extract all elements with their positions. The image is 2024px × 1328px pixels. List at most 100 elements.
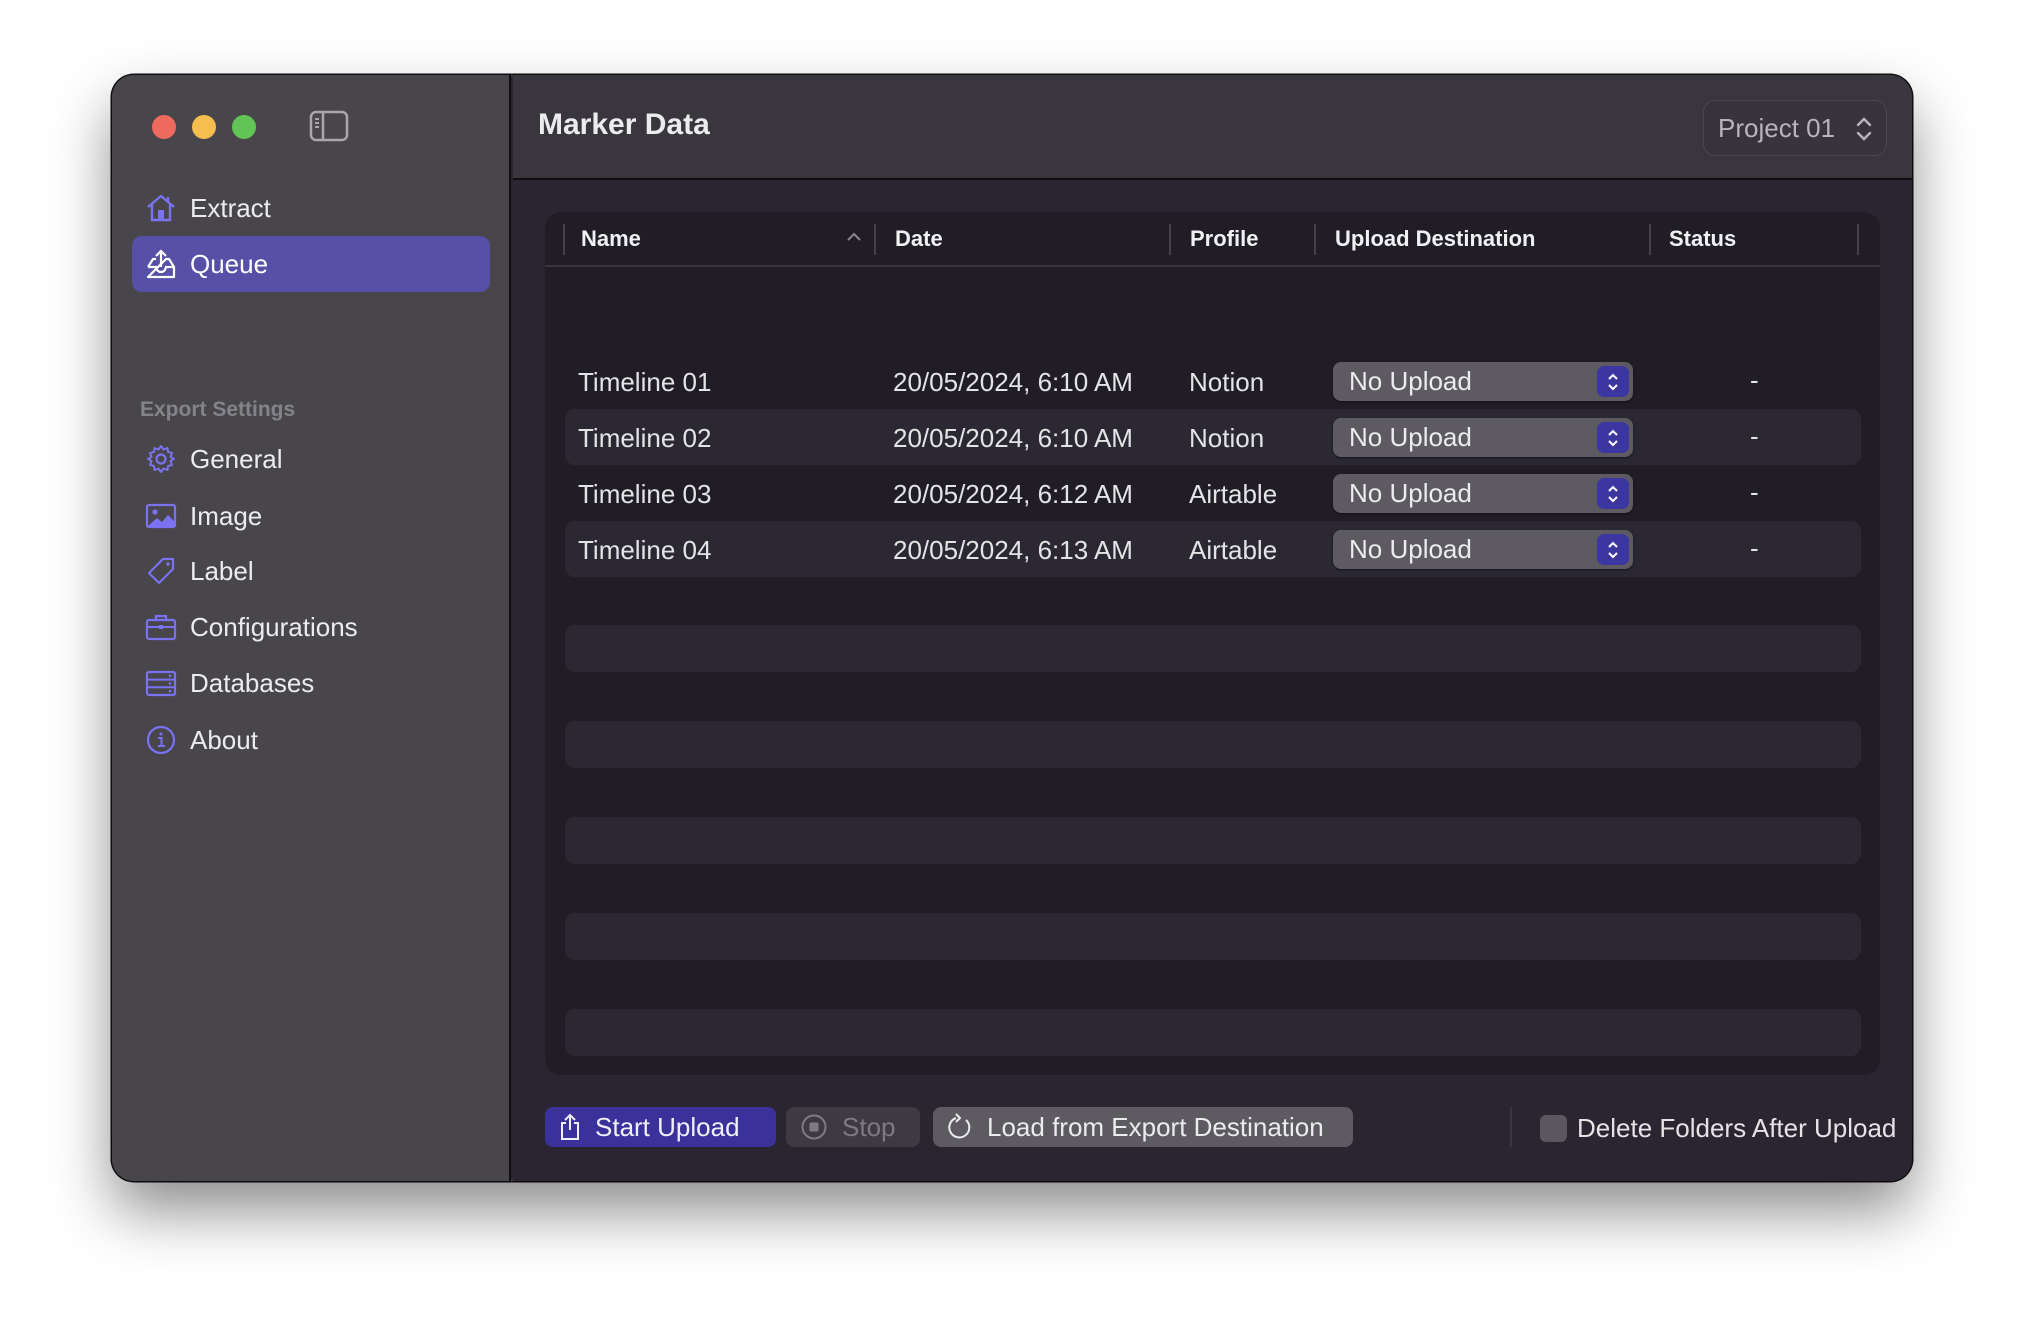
minimize-window-button[interactable] (192, 115, 216, 139)
dropdown-value: No Upload (1349, 366, 1472, 396)
briefcase-icon (144, 610, 178, 644)
page-title: Marker Data (538, 108, 710, 141)
gear-icon (144, 442, 178, 476)
tray-upload-icon (144, 247, 178, 281)
chevron-up-down-icon (1597, 478, 1629, 509)
table-header: Name Date Profile Upload Destination Sta… (545, 212, 1880, 267)
sidebar-item-label: Databases (190, 667, 315, 698)
sidebar-item-label: About (190, 724, 258, 755)
empty-row (565, 625, 1861, 672)
sidebar-item-label[interactable]: Label (132, 543, 490, 599)
table-row[interactable]: Timeline 02 20/05/2024, 6:10 AM Notion N… (565, 409, 1861, 465)
cell-name: Timeline 01 (578, 367, 712, 397)
sidebar-item-label: General (190, 443, 283, 474)
stop-label: Stop (842, 1111, 896, 1142)
cell-status: - (1750, 477, 1759, 507)
sidebar-item-label: Configurations (190, 611, 358, 642)
empty-row (565, 721, 1861, 768)
column-header-date[interactable]: Date (895, 226, 943, 252)
sidebar-item-label: Image (190, 500, 263, 531)
cell-date: 20/05/2024, 6:10 AM (893, 423, 1133, 453)
column-divider[interactable] (1169, 224, 1171, 255)
cell-name: Timeline 02 (578, 423, 712, 453)
cell-profile: Notion (1189, 423, 1265, 453)
column-header-name[interactable]: Name (581, 226, 641, 252)
column-divider[interactable] (1314, 224, 1316, 255)
chevron-up-down-icon (1597, 534, 1629, 565)
table-row[interactable]: Timeline 01 20/05/2024, 6:10 AM Notion N… (565, 353, 1861, 409)
sidebar-item-general[interactable]: General (132, 431, 490, 487)
column-header-profile[interactable]: Profile (1190, 226, 1258, 252)
dropdown-value: No Upload (1349, 478, 1472, 508)
column-header-status[interactable]: Status (1669, 226, 1736, 252)
close-window-button[interactable] (152, 115, 176, 139)
cell-status: - (1750, 365, 1759, 395)
sort-ascending-icon[interactable] (846, 232, 862, 242)
stop-button[interactable]: Stop (786, 1107, 920, 1147)
upload-destination-dropdown[interactable]: No Upload (1333, 474, 1633, 513)
project-selector[interactable]: Project 01 (1703, 100, 1887, 156)
sidebar-item-label-text: Label (190, 555, 254, 586)
cell-status: - (1750, 533, 1759, 563)
info-circle-icon (144, 723, 178, 757)
upload-destination-dropdown[interactable]: No Upload (1333, 418, 1633, 457)
house-icon (144, 191, 178, 225)
table-row[interactable]: Timeline 04 20/05/2024, 6:13 AM Airtable… (565, 521, 1861, 577)
sidebar-toggle-button[interactable] (309, 110, 349, 142)
cell-status: - (1750, 421, 1759, 451)
chevron-up-down-icon (1597, 366, 1629, 397)
zoom-window-button[interactable] (232, 115, 256, 139)
empty-row (565, 913, 1861, 960)
chevron-up-down-icon (1856, 117, 1872, 141)
sidebar-item-image[interactable]: Image (132, 488, 490, 544)
server-rack-icon (144, 666, 178, 700)
cell-profile: Notion (1189, 367, 1265, 397)
photo-icon (144, 499, 178, 533)
delete-folders-label[interactable]: Delete Folders After Upload (1577, 1113, 1896, 1144)
cell-date: 20/05/2024, 6:10 AM (893, 367, 1133, 397)
sidebar-item-extract[interactable]: Extract (132, 180, 490, 236)
project-selector-value: Project 01 (1718, 112, 1836, 143)
sidebar-item-about[interactable]: About (132, 712, 490, 768)
cell-date: 20/05/2024, 6:13 AM (893, 535, 1133, 565)
column-divider (563, 224, 565, 255)
column-divider[interactable] (1649, 224, 1651, 255)
cell-profile: Airtable (1189, 535, 1278, 565)
stop-circle-icon (800, 1113, 828, 1141)
section-title-export-settings: Export Settings (140, 398, 296, 421)
empty-row (565, 1009, 1861, 1056)
sidebar: Extract Queue Export Settings General Im… (112, 75, 511, 1181)
dropdown-value: No Upload (1349, 422, 1472, 452)
cell-name: Timeline 03 (578, 479, 712, 509)
delete-folders-checkbox[interactable] (1540, 1115, 1567, 1142)
toolbar-divider (1510, 1107, 1512, 1147)
sidebar-item-label: Queue (190, 248, 269, 279)
column-divider[interactable] (874, 224, 876, 255)
cell-name: Timeline 04 (578, 535, 712, 565)
column-divider[interactable] (1857, 224, 1859, 255)
chevron-up-down-icon (1597, 422, 1629, 453)
sidebar-item-databases[interactable]: Databases (132, 655, 490, 711)
upload-destination-dropdown[interactable]: No Upload (1333, 530, 1633, 569)
app-window: Extract Queue Export Settings General Im… (112, 75, 1912, 1181)
start-upload-label: Start Upload (595, 1111, 740, 1142)
window-controls (152, 115, 256, 139)
queue-table: Name Date Profile Upload Destination Sta… (545, 212, 1880, 1075)
sidebar-item-label: Extract (190, 192, 271, 223)
sidebar-item-queue[interactable]: Queue (132, 236, 490, 292)
start-upload-button[interactable]: Start Upload (545, 1107, 776, 1147)
tag-icon (144, 554, 178, 588)
column-header-upload-destination[interactable]: Upload Destination (1335, 226, 1535, 252)
cell-profile: Airtable (1189, 479, 1278, 509)
cell-date: 20/05/2024, 6:12 AM (893, 479, 1133, 509)
title-bar: Marker Data Project 01 (513, 75, 1912, 180)
refresh-icon (947, 1113, 973, 1141)
table-row[interactable]: Timeline 03 20/05/2024, 6:12 AM Airtable… (565, 465, 1861, 521)
sidebar-item-configurations[interactable]: Configurations (132, 599, 490, 655)
dropdown-value: No Upload (1349, 534, 1472, 564)
share-upload-icon (559, 1113, 581, 1141)
upload-destination-dropdown[interactable]: No Upload (1333, 362, 1633, 401)
load-label: Load from Export Destination (987, 1111, 1324, 1142)
load-from-export-destination-button[interactable]: Load from Export Destination (933, 1107, 1353, 1147)
main-content: Marker Data Project 01 Name Date Profile… (513, 75, 1912, 1181)
